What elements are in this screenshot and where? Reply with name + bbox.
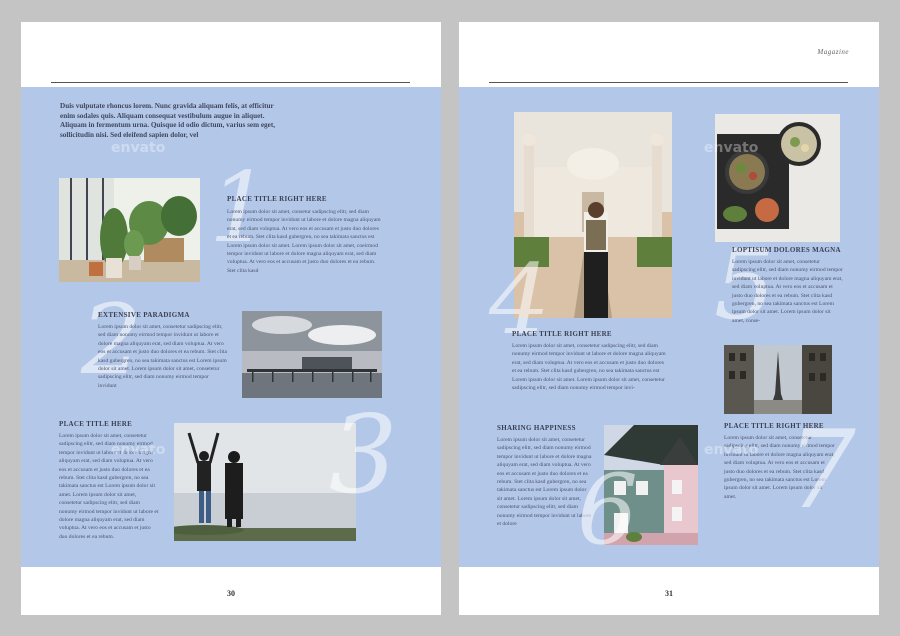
right-page: Magazine 4 PLACE TITLE RIGHT HERE Lorem … xyxy=(459,22,879,615)
section-body: Lorem ipsum dolor sit amet, consetetur s… xyxy=(732,259,843,324)
header-rule xyxy=(51,82,410,83)
section-body: Lorem ipsum dolor sit amet, consetetur s… xyxy=(512,343,666,392)
left-page: Duis vulputate rhoncus lorem. Nunc gravi… xyxy=(21,22,441,615)
section-number: 6 xyxy=(577,454,639,566)
plants-photo xyxy=(59,178,200,282)
food-photo xyxy=(715,114,840,242)
section-body: Lorem ipsum dolor sit amet, consetur sad… xyxy=(227,209,381,274)
pier-photo xyxy=(242,311,382,398)
header-rule xyxy=(489,82,848,83)
watermark: envato xyxy=(704,140,759,156)
watermark: envato xyxy=(111,140,166,156)
page-number: 31 xyxy=(665,589,673,598)
section-title: PLACE TITLE HERE xyxy=(59,420,133,428)
watermark: envato xyxy=(111,442,166,458)
page-number: 30 xyxy=(227,589,235,598)
watermark: envato xyxy=(704,442,759,458)
section-title: EXTENSIVE PARADIGMA xyxy=(98,311,190,319)
section-title: PLACE TITLE RIGHT HERE xyxy=(512,330,612,338)
magazine-header: Magazine xyxy=(817,48,849,56)
section-body: Lorem ipsum dolor sit amet, consetetur s… xyxy=(98,324,227,389)
section-title: LOPTISUM DOLORES MAGNA xyxy=(732,246,841,254)
section-number: 3 xyxy=(329,393,398,518)
section-title: SHARING HAPPINESS xyxy=(497,424,576,432)
section-number: 7 xyxy=(787,408,856,533)
lead-paragraph: Duis vulputate rhoncus lorem. Nunc gravi… xyxy=(60,102,276,139)
section-title: PLACE TITLE RIGHT HERE xyxy=(227,195,327,203)
paris-photo xyxy=(724,345,832,414)
